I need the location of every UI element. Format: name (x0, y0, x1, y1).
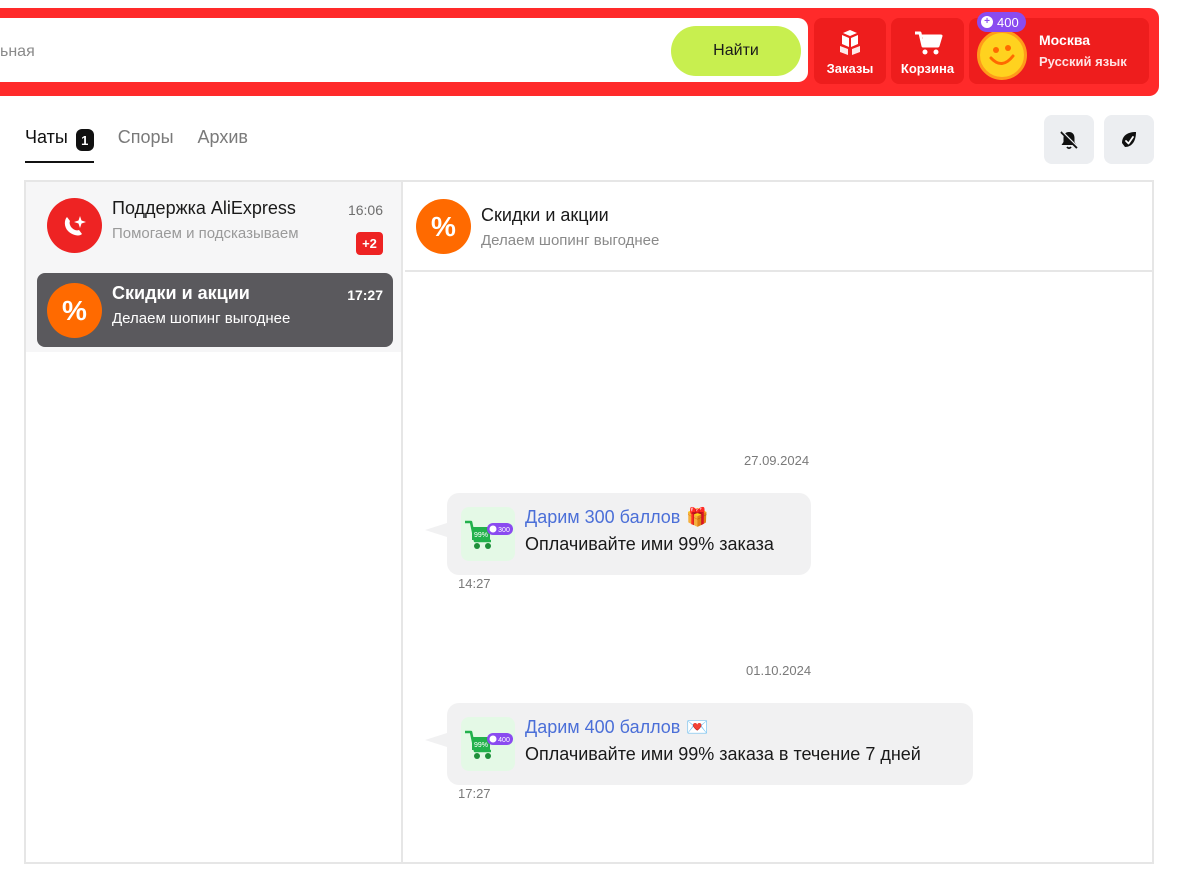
city-label: Москва (1039, 32, 1091, 48)
message-bubble[interactable]: 99% 300 Дарим 300 баллов 🎁 Оплачивайте и… (425, 493, 811, 575)
search-input-text[interactable]: ьная (0, 43, 35, 61)
chat-item-discounts[interactable]: % Скидки и акции Делаем шопинг выгоднее … (37, 273, 393, 347)
message-title: Дарим 400 баллов (525, 717, 681, 737)
chat-list: Поддержка AliExpress Помогаем и подсказы… (26, 182, 403, 862)
message-title-link[interactable]: Дарим 400 баллов 💌 (525, 717, 709, 738)
chat-tabs: Чаты 1 Споры Архив (25, 127, 248, 163)
chat-time: 16:06 (347, 202, 383, 218)
love-letter-icon: 💌 (686, 717, 709, 737)
tab-chats-badge: 1 (75, 129, 94, 151)
tab-archive[interactable]: Архив (198, 127, 248, 161)
gift-icon: 🎁 (686, 507, 709, 527)
orders-label: Заказы (826, 61, 874, 76)
message-bubble[interactable]: 99% 400 Дарим 400 баллов 💌 Оплачивайте и… (425, 703, 973, 785)
mark-read-icon (1122, 131, 1136, 147)
smile-icon (989, 45, 1015, 65)
unread-badge: +2 (356, 232, 383, 255)
cart-icon (914, 31, 942, 55)
promo-points: 300 (498, 527, 510, 534)
tab-disputes[interactable]: Споры (118, 127, 174, 161)
cart-label: Корзина (900, 61, 955, 76)
message-title: Дарим 300 баллов (525, 507, 681, 527)
tab-chats-label: Чаты (25, 127, 68, 147)
conversation-title: Скидки и акции (481, 205, 609, 225)
header-bar: ьная Найти Заказы Корзина + 400 Москва Р… (0, 8, 1159, 96)
points-coin-icon: + (981, 16, 993, 28)
points-promo-image: 99% 300 (461, 507, 515, 561)
chat-time: 17:27 (347, 287, 383, 303)
chat-subtitle: Помогаем и подсказываем (112, 225, 299, 242)
chat-item-support[interactable]: Поддержка AliExpress Помогаем и подсказы… (37, 188, 393, 262)
conversation-panel: % Скидки и акции Делаем шопинг выгоднее … (405, 182, 1152, 862)
cart-button[interactable]: Корзина (891, 18, 964, 84)
bell-off-icon (1060, 130, 1079, 149)
conversation-header: % Скидки и акции Делаем шопинг выгоднее (405, 182, 1152, 272)
percent-icon: % (416, 199, 471, 254)
find-button[interactable]: Найти (671, 26, 801, 76)
profile-button[interactable]: + 400 Москва Русский язык (969, 12, 1149, 84)
message-time: 17:27 (458, 786, 491, 801)
date-separator: 01.10.2024 (746, 663, 812, 678)
tab-chats[interactable]: Чаты 1 (25, 127, 94, 163)
promo-cart-icon: 99% 400 (465, 730, 513, 759)
promo-percent: 99% (474, 532, 488, 539)
promo-percent: 99% (474, 742, 488, 749)
message-text: Оплачивайте ими 99% заказа в течение 7 д… (525, 744, 921, 764)
support-chat-icon (64, 215, 86, 235)
message-time: 14:27 (458, 576, 491, 591)
message-text: Оплачивайте ими 99% заказа (525, 534, 774, 554)
search-field[interactable]: ьная Найти (0, 18, 808, 82)
support-icon (47, 198, 102, 253)
smiley-avatar (977, 30, 1027, 80)
promo-cart-icon: 99% 300 (465, 520, 513, 549)
language-label: Русский язык (1039, 54, 1127, 69)
mark-read-button[interactable] (1104, 115, 1154, 164)
points-badge: + 400 (977, 12, 1026, 32)
tab-archive-label: Архив (197, 127, 248, 147)
chat-subtitle: Делаем шопинг выгоднее (112, 310, 291, 327)
date-separator: 27.09.2024 (744, 453, 810, 468)
conversation-subtitle: Делаем шопинг выгоднее (481, 232, 660, 249)
mute-notifications-button[interactable] (1044, 115, 1094, 164)
tab-disputes-label: Споры (117, 127, 174, 147)
orders-button[interactable]: Заказы (814, 18, 886, 84)
chat-container: Поддержка AliExpress Помогаем и подсказы… (24, 180, 1154, 864)
chat-name: Поддержка AliExpress (112, 198, 296, 218)
promo-points: 400 (498, 737, 510, 744)
box-icon (840, 30, 860, 55)
chat-name: Скидки и акции (112, 283, 250, 303)
points-value: 400 (997, 14, 1019, 30)
points-promo-image: 99% 400 (461, 717, 515, 771)
percent-icon: % (47, 283, 102, 338)
message-title-link[interactable]: Дарим 300 баллов 🎁 (525, 507, 709, 528)
